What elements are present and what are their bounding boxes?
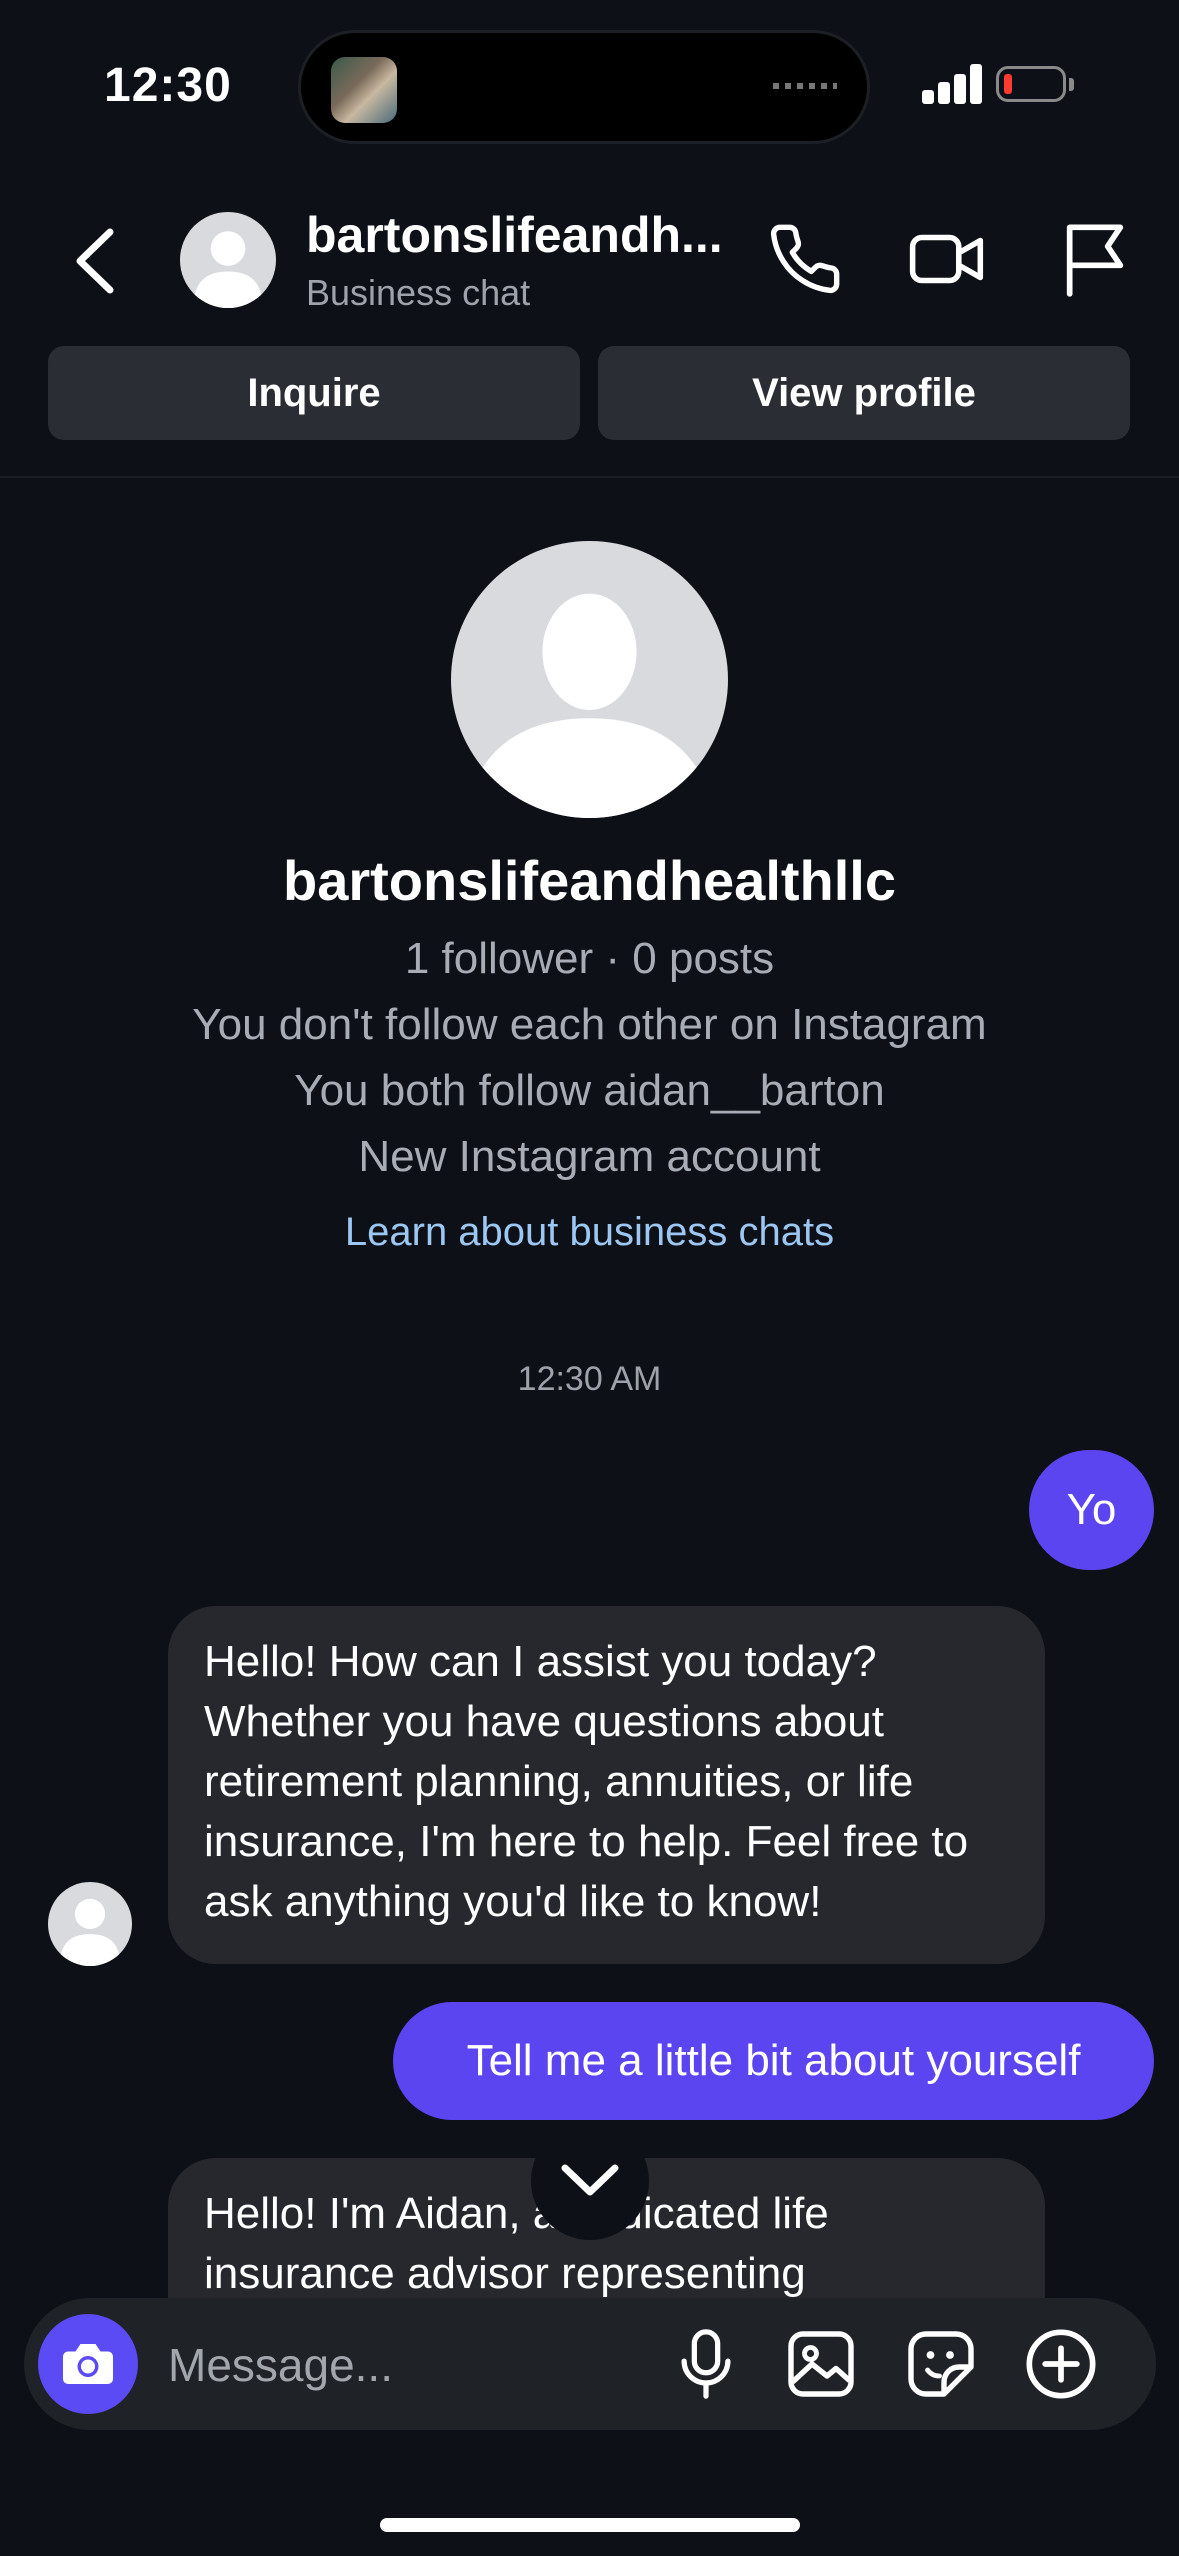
header-divider — [0, 476, 1179, 478]
follow-status: You don't follow each other on Instagram — [192, 1000, 987, 1049]
report-button[interactable] — [1050, 214, 1140, 304]
message-composer: Message... — [24, 2298, 1156, 2430]
view-profile-button[interactable]: View profile — [598, 346, 1130, 440]
cellular-signal-icon — [922, 64, 984, 104]
home-indicator[interactable] — [380, 2518, 800, 2532]
profile-stats: 1 follower · 0 posts — [404, 934, 775, 983]
sticker-button[interactable] — [896, 2319, 986, 2409]
header-username[interactable]: bartonslifeandh... — [306, 206, 723, 264]
sticker-icon — [908, 2331, 974, 2397]
inquire-button[interactable]: Inquire — [48, 346, 580, 440]
plus-icon — [1026, 2329, 1096, 2399]
back-icon — [76, 228, 114, 294]
camera-button[interactable] — [38, 2314, 138, 2414]
chevron-down-icon — [561, 2164, 619, 2196]
more-options-button[interactable] — [1016, 2319, 1106, 2409]
learn-business-chats-link[interactable]: Learn about business chats — [0, 1210, 1179, 1255]
account-age: New Instagram account — [358, 1132, 821, 1181]
battery-icon — [996, 66, 1066, 102]
battery-level — [1004, 74, 1012, 94]
camera-icon — [63, 2344, 113, 2384]
header-avatar[interactable] — [180, 212, 276, 308]
status-time: 12:30 — [104, 59, 232, 112]
island-activity-dots — [773, 83, 837, 89]
sender-avatar[interactable] — [48, 1882, 132, 1966]
scroll-to-bottom-button[interactable] — [531, 2122, 649, 2240]
audio-call-button[interactable] — [760, 214, 850, 304]
profile-avatar[interactable] — [451, 541, 728, 818]
battery-tip — [1069, 78, 1074, 91]
voice-message-button[interactable] — [661, 2319, 751, 2409]
profile-username: bartonslifeandhealthllc — [283, 849, 896, 912]
now-playing-thumbnail — [331, 57, 397, 123]
mutual-follow: You both follow aidan__barton — [294, 1066, 885, 1115]
message-timestamp: 12:30 AM — [517, 1360, 662, 1398]
header-subtitle: Business chat — [306, 272, 531, 313]
video-call-button[interactable] — [903, 214, 993, 304]
flag-icon — [1066, 224, 1124, 297]
microphone-icon — [681, 2329, 731, 2399]
video-icon — [909, 234, 984, 284]
dynamic-island — [298, 30, 870, 144]
gallery-button[interactable] — [776, 2319, 866, 2409]
gallery-icon — [788, 2331, 854, 2397]
message-outgoing[interactable]: Tell me a little bit about yourself — [393, 2002, 1154, 2120]
phone-icon — [770, 224, 840, 294]
message-input[interactable]: Message... — [168, 2338, 393, 2392]
message-incoming[interactable]: Hello! How can I assist you today? Wheth… — [168, 1606, 1045, 1964]
back-button[interactable] — [58, 218, 138, 304]
message-outgoing[interactable]: Yo — [1029, 1450, 1154, 1570]
